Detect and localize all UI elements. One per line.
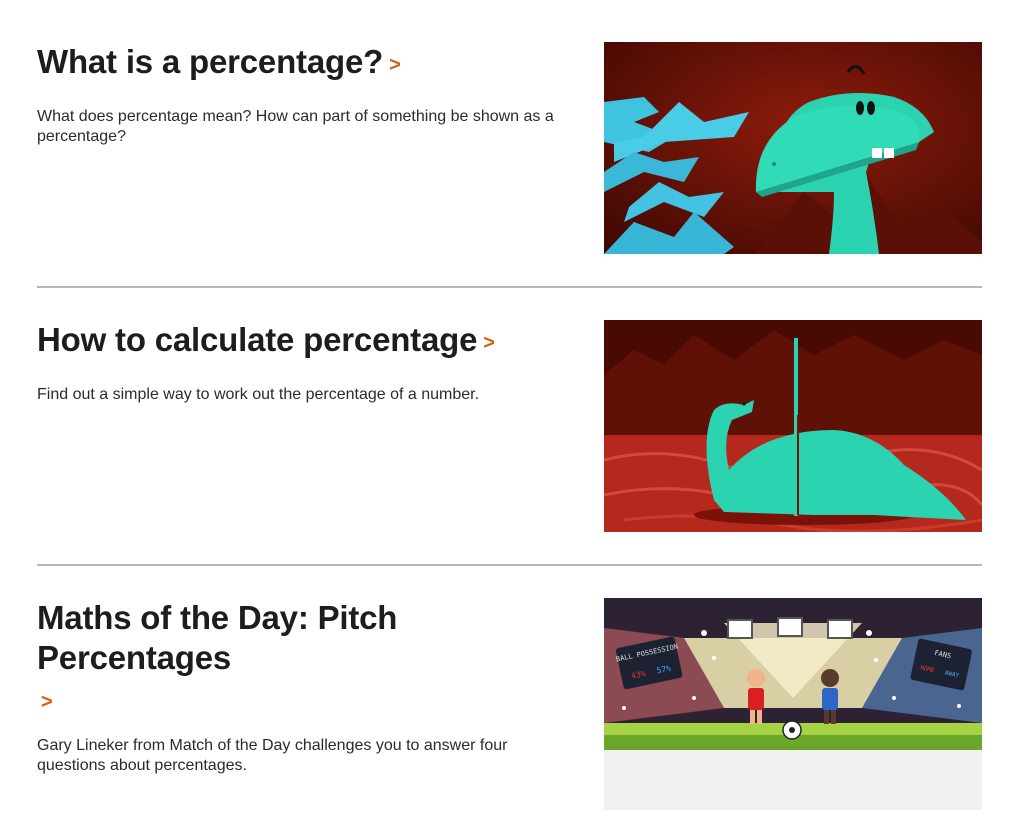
item-description: Gary Lineker from Match of the Day chall…: [37, 737, 508, 774]
item-thumbnail[interactable]: BALL POSSESSION 43% 57% FANS HOME AWAY: [604, 598, 982, 810]
item-description: Find out a simple way to work out the pe…: [37, 386, 480, 403]
item-description: What does percentage mean? How can part …: [37, 108, 554, 145]
item-text: Maths of the Day: Pitch Percentages > Gar…: [37, 598, 592, 776]
video-item-what-is-percentage[interactable]: What is a percentage? > What does percent…: [37, 42, 982, 254]
chevron-right-icon[interactable]: >: [41, 682, 592, 722]
stadium-football-image: BALL POSSESSION 43% 57% FANS HOME AWAY: [604, 598, 982, 750]
item-thumbnail[interactable]: [604, 42, 982, 254]
item-thumbnail[interactable]: [604, 320, 982, 532]
item-text: How to calculate percentage > Find out a …: [37, 320, 592, 405]
dinosaur-leaf-image: [604, 42, 982, 254]
item-title-link[interactable]: Maths of the Day: Pitch Percentages >: [37, 599, 592, 722]
video-item-pitch-percentages[interactable]: Maths of the Day: Pitch Percentages > Gar…: [37, 598, 982, 810]
video-item-calculate-percentage[interactable]: How to calculate percentage > Find out a …: [37, 320, 982, 532]
chevron-right-icon[interactable]: >: [389, 45, 401, 85]
dinosaur-halved-image: [604, 320, 982, 532]
item-title-link[interactable]: How to calculate percentage >: [37, 321, 495, 358]
item-title-text[interactable]: Maths of the Day: Pitch Percentages: [37, 599, 397, 676]
divider: [37, 286, 982, 288]
item-title-text[interactable]: What is a percentage?: [37, 43, 383, 80]
divider: [37, 564, 982, 566]
video-list: What is a percentage? > What does percent…: [0, 0, 1010, 830]
item-title-text[interactable]: How to calculate percentage: [37, 321, 477, 358]
item-title[interactable]: What is a percentage? >: [37, 42, 592, 87]
item-text: What is a percentage? > What does percent…: [37, 42, 592, 147]
chevron-right-icon[interactable]: >: [483, 323, 495, 363]
item-title[interactable]: Maths of the Day: Pitch Percentages >: [37, 598, 592, 722]
item-title[interactable]: How to calculate percentage >: [37, 320, 592, 365]
item-title-link[interactable]: What is a percentage? >: [37, 43, 401, 80]
